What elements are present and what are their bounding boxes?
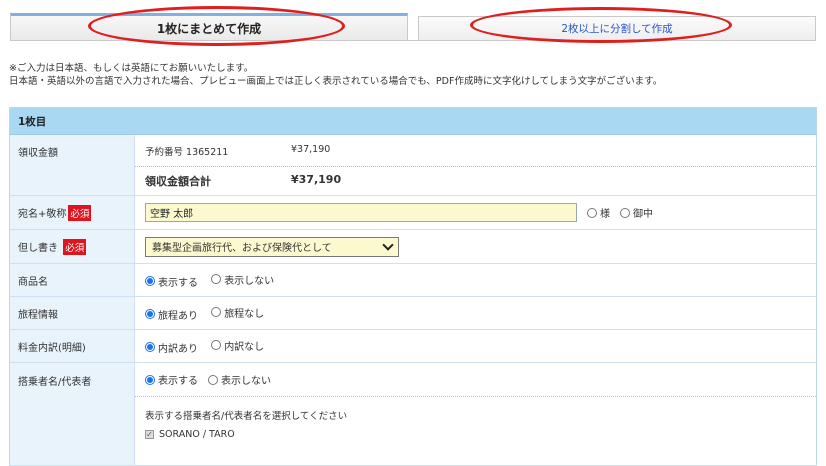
notice-line-1: ※ご入力は日本語、もしくは英語にてお願いいたします。 <box>9 63 254 74</box>
passenger-show-label: 表示する <box>158 376 198 387</box>
radio-selected-icon <box>145 342 155 352</box>
row-breakdown: 料金内訳(明細) 内訳あり 内訳なし <box>9 329 817 363</box>
breakdown-yes-label: 内訳あり <box>158 343 198 355</box>
honorific-onchu-radio[interactable]: 御中 <box>620 205 653 220</box>
receipt-form: 1枚目 領収金額 予約番号 1365211 ¥37,190 領収金額合計 ¥37… <box>9 107 817 466</box>
radio-icon <box>211 274 222 284</box>
passenger-instruction: 表示する搭乗者名/代表者名を選択してください <box>145 411 348 422</box>
total-label: 領収金額合計 <box>145 175 211 188</box>
section-header: 1枚目 <box>9 107 817 135</box>
product-hide-radio[interactable]: 表示しない <box>211 272 274 287</box>
passenger-name: SORANO / TARO <box>159 429 235 440</box>
required-badge: 必須 <box>63 238 87 255</box>
itinerary-no-radio[interactable]: 旅程なし <box>211 305 264 320</box>
row-recipient: 宛名+敬称必須 様 御中 <box>9 195 817 230</box>
row-itinerary: 旅程情報 旅程あり 旅程なし <box>9 296 817 330</box>
radio-icon <box>211 340 222 350</box>
recipient-name-input[interactable] <box>145 203 577 222</box>
breakdown-no-label: 内訳なし <box>224 341 265 353</box>
tab-bar: 1枚にまとめて作成 2枚以上に分割して作成 <box>0 0 826 46</box>
itinerary-yes-radio[interactable]: 旅程あり <box>145 307 198 322</box>
check-icon: ✓ <box>145 429 154 439</box>
radio-selected-icon <box>145 276 155 286</box>
breakdown-no-radio[interactable]: 内訳なし <box>211 338 264 353</box>
tab-single-receipt-label: 1枚にまとめて作成 <box>156 22 262 36</box>
itinerary-yes-label: 旅程あり <box>158 310 198 322</box>
radio-icon <box>620 207 630 218</box>
product-hide-label: 表示しない <box>224 275 275 287</box>
total-line: 領収金額合計 ¥37,190 <box>145 173 816 189</box>
notice-line-2: 日本語・英語以外の言語で入力された場合、プレビュー画面上では正しく表示されている… <box>9 76 663 87</box>
product-show-radio[interactable]: 表示する <box>145 274 198 289</box>
tab-divider <box>10 40 816 41</box>
amount-label: 領収金額 <box>9 134 135 196</box>
tab-split-receipt[interactable]: 2枚以上に分割して作成 <box>418 16 816 40</box>
breakdown-label: 料金内訳(明細) <box>9 329 135 363</box>
row-amount: 領収金額 予約番号 1365211 ¥37,190 <box>9 134 817 196</box>
passenger-hide-radio[interactable]: 表示しない <box>208 372 271 387</box>
proviso-label-cell: 但し書き 必須 <box>9 229 135 264</box>
breakdown-yes-radio[interactable]: 内訳あり <box>145 340 198 355</box>
passenger-show-radio[interactable]: 表示する <box>145 372 198 387</box>
product-label: 商品名 <box>9 263 135 297</box>
recipient-label-cell: 宛名+敬称 必須 <box>9 195 135 230</box>
radio-icon <box>587 207 597 218</box>
passenger-label: 搭乗者名/代表者 <box>9 362 135 466</box>
itinerary-label: 旅程情報 <box>9 296 135 330</box>
radio-selected-icon <box>145 374 155 385</box>
row-proviso: 但し書き 必須 募集型企画旅行代、および保険代として <box>9 229 817 264</box>
tab-single-receipt[interactable]: 1枚にまとめて作成 <box>10 13 408 41</box>
proviso-select[interactable]: 募集型企画旅行代、および保険代として <box>145 236 399 257</box>
row-passenger: 搭乗者名/代表者 表示する 表示しない 表示する搭乗者名/代表者名を選択してくだ… <box>9 362 817 466</box>
section-title: 1枚目 <box>9 107 817 135</box>
language-notice: ※ご入力は日本語、もしくは英語にてお願いいたします。 日本語・英語以外の言語で入… <box>9 62 662 88</box>
passenger-checkbox[interactable]: ✓ SORANO / TARO <box>145 429 235 440</box>
radio-icon <box>208 374 218 385</box>
reservation-line: 予約番号 1365211 ¥37,190 <box>145 144 816 158</box>
required-badge: 必須 <box>68 204 92 221</box>
tab-split-receipt-label: 2枚以上に分割して作成 <box>561 23 673 35</box>
product-show-label: 表示する <box>158 277 198 289</box>
proviso-selected: 募集型企画旅行代、および保険代として <box>152 243 332 254</box>
radio-icon <box>211 307 222 317</box>
reservation-number: 予約番号 1365211 <box>145 146 229 158</box>
total-amount: ¥37,190 <box>291 173 342 186</box>
passenger-hide-label: 表示しない <box>221 376 271 387</box>
itinerary-no-label: 旅程なし <box>224 308 265 320</box>
proviso-label: 但し書き <box>18 242 58 254</box>
honorific-sama-label: 様 <box>600 209 610 220</box>
row-product: 商品名 表示する 表示しない <box>9 263 817 297</box>
honorific-onchu-label: 御中 <box>633 209 653 220</box>
radio-selected-icon <box>145 309 155 319</box>
recipient-label: 宛名+敬称 <box>18 208 67 220</box>
reservation-amount: ¥37,190 <box>291 143 331 155</box>
chevron-down-icon <box>382 238 394 251</box>
honorific-sama-radio[interactable]: 様 <box>587 205 610 220</box>
